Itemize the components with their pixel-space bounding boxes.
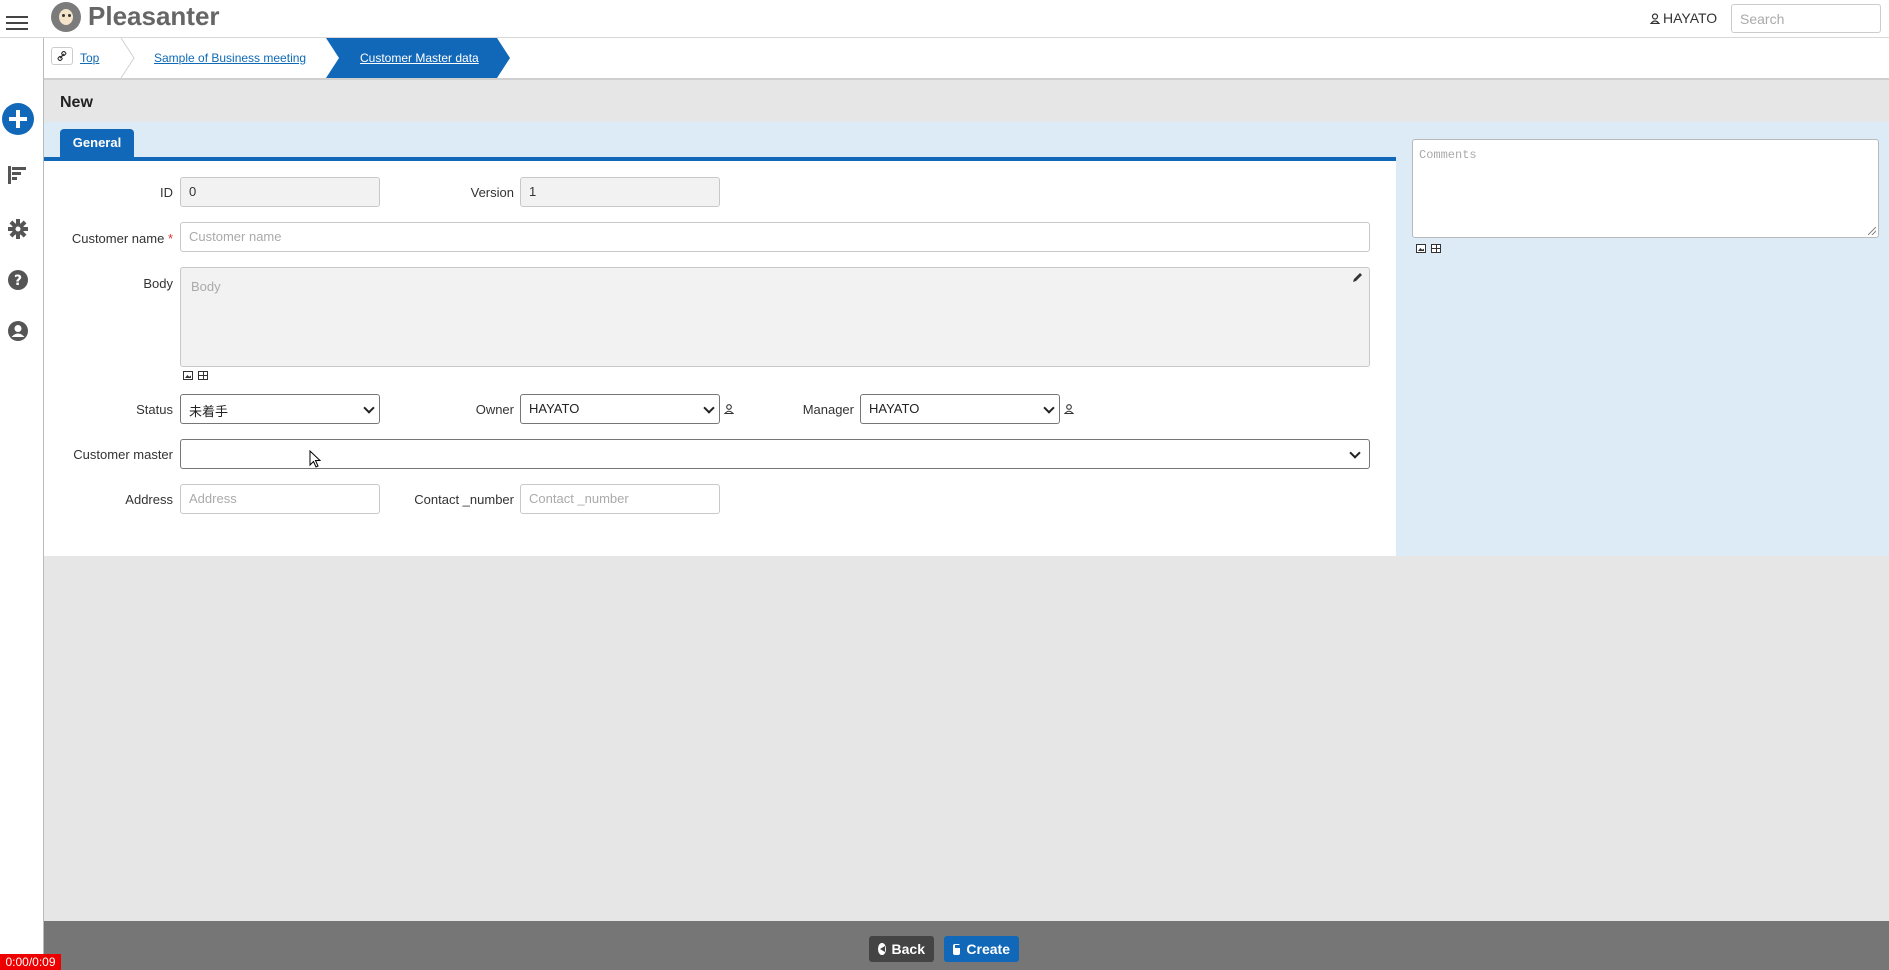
resize-grip-icon[interactable] bbox=[1868, 227, 1876, 235]
add-icon[interactable] bbox=[0, 102, 36, 136]
customer-master-select[interactable] bbox=[180, 439, 1370, 469]
comments-insert-image-icon[interactable] bbox=[1416, 244, 1426, 253]
customer-name-input[interactable]: Customer name bbox=[180, 222, 1370, 252]
page-title: New bbox=[60, 94, 93, 111]
gear-icon[interactable] bbox=[0, 218, 36, 240]
user-name: HAYATO bbox=[1663, 10, 1718, 26]
customer-name-label: Customer name * bbox=[60, 231, 173, 246]
edit-pencil-icon[interactable] bbox=[1352, 272, 1363, 283]
insert-table-icon[interactable] bbox=[198, 371, 208, 380]
id-label: ID bbox=[160, 185, 173, 200]
user-menu[interactable]: HAYATO bbox=[1650, 10, 1717, 26]
breadcrumb-site[interactable]: Sample of Business meeting bbox=[154, 38, 306, 78]
logo-icon[interactable] bbox=[51, 2, 81, 32]
body-placeholder: Body bbox=[191, 279, 221, 294]
breadcrumb-top[interactable]: Top bbox=[80, 38, 99, 78]
comments-textarea[interactable]: Comments bbox=[1412, 139, 1879, 238]
user-icon bbox=[1650, 12, 1660, 24]
address-label: Address bbox=[125, 492, 173, 507]
back-arrow-icon bbox=[878, 943, 886, 955]
body-label: Body bbox=[143, 276, 173, 291]
manager-label: Manager bbox=[802, 402, 854, 417]
body-textarea[interactable]: Body bbox=[180, 267, 1370, 367]
insert-image-icon[interactable] bbox=[183, 371, 193, 380]
status-value: 未着手 bbox=[189, 404, 229, 419]
help-icon[interactable]: ? bbox=[0, 269, 36, 291]
breadcrumb-current[interactable]: Customer Master data bbox=[326, 38, 510, 78]
status-select[interactable]: 未着手 bbox=[180, 394, 380, 424]
version-label: Version bbox=[470, 185, 514, 200]
create-button[interactable]: Create bbox=[944, 936, 1019, 962]
owner-label: Owner bbox=[475, 402, 514, 417]
breadcrumb-current-label: Customer Master data bbox=[360, 51, 479, 65]
create-button-label: Create bbox=[966, 941, 1010, 957]
hamburger-icon[interactable] bbox=[6, 16, 28, 30]
comments-placeholder: Comments bbox=[1419, 148, 1477, 162]
required-mark: * bbox=[167, 231, 173, 246]
sidebar: ? bbox=[0, 38, 44, 970]
manager-select[interactable]: HAYATO bbox=[860, 394, 1060, 424]
header: Pleasanter HAYATO bbox=[0, 0, 1889, 38]
link-icon[interactable] bbox=[51, 47, 73, 65]
comments-tools bbox=[1416, 244, 1441, 253]
back-button[interactable]: Back bbox=[869, 936, 934, 962]
svg-text:?: ? bbox=[14, 273, 22, 289]
breadcrumb: Top Sample of Business meeting Customer … bbox=[44, 38, 1889, 80]
manager-user-icon[interactable] bbox=[1064, 404, 1074, 414]
owner-value: HAYATO bbox=[529, 401, 580, 416]
status-label: Status bbox=[136, 402, 173, 417]
search-input[interactable] bbox=[1731, 4, 1881, 33]
owner-user-icon[interactable] bbox=[724, 404, 734, 414]
version-field: 1 bbox=[520, 177, 720, 207]
tab-general[interactable]: General bbox=[60, 129, 134, 157]
breadcrumb-separator bbox=[120, 38, 135, 78]
brand-name[interactable]: Pleasanter bbox=[88, 1, 220, 32]
contact-number-label: Contact _number bbox=[414, 492, 514, 507]
owner-select[interactable]: HAYATO bbox=[520, 394, 720, 424]
id-field: 0 bbox=[180, 177, 380, 207]
body-tools bbox=[183, 371, 208, 380]
address-input[interactable]: Address bbox=[180, 484, 380, 514]
manager-value: HAYATO bbox=[869, 401, 920, 416]
account-icon[interactable] bbox=[0, 320, 36, 342]
back-button-label: Back bbox=[891, 941, 925, 957]
list-icon[interactable] bbox=[0, 165, 36, 185]
comments-insert-table-icon[interactable] bbox=[1431, 244, 1441, 253]
mouse-cursor-icon bbox=[309, 450, 321, 468]
recording-timer: 0:00/0:09 bbox=[0, 954, 61, 970]
customer-master-label: Customer master bbox=[73, 447, 173, 462]
save-icon bbox=[953, 943, 962, 955]
contact-number-input[interactable]: Contact _number bbox=[520, 484, 720, 514]
customer-name-label-text: Customer name bbox=[71, 231, 165, 246]
